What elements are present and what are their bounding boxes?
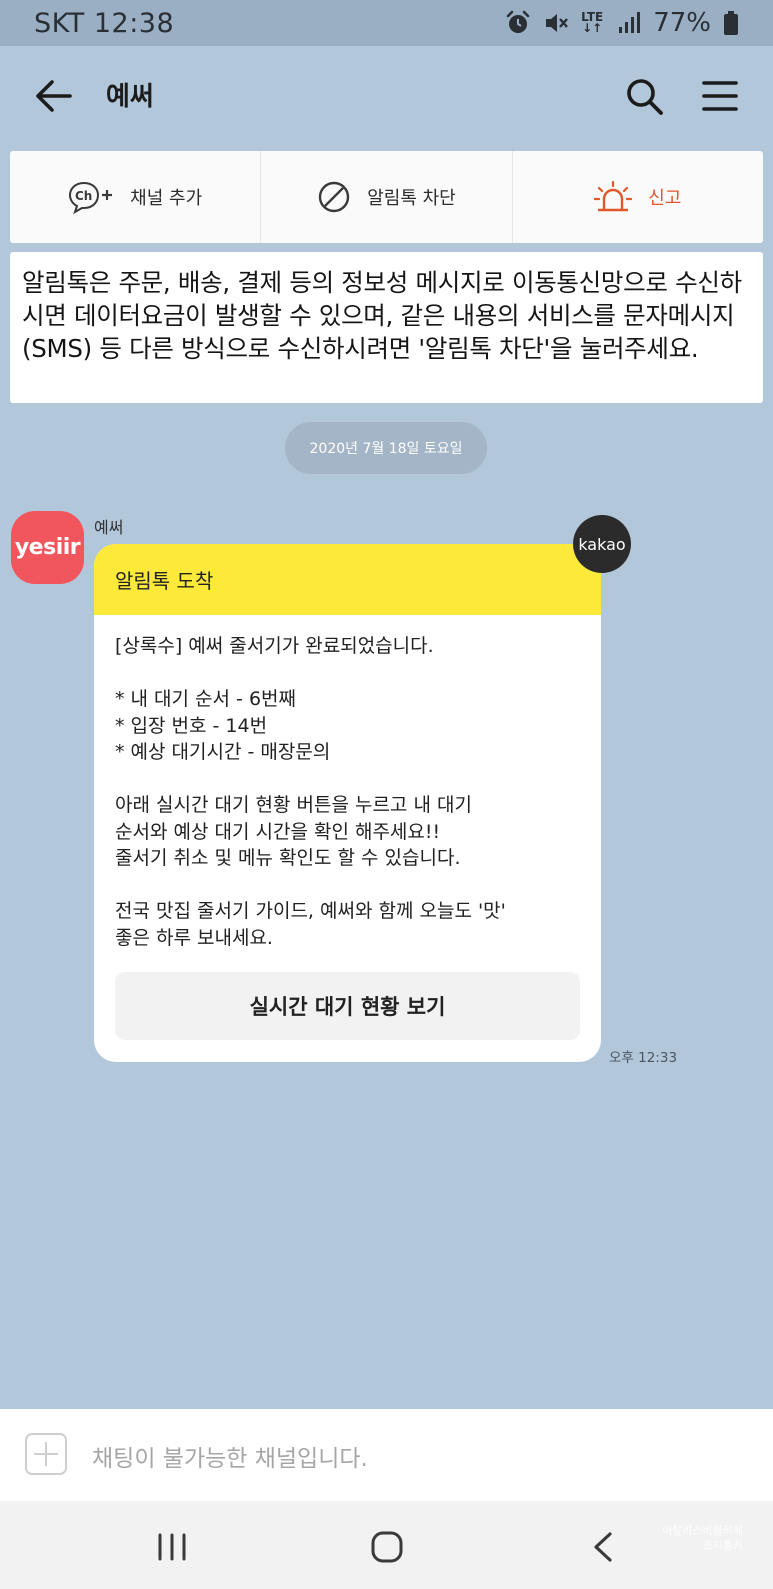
menu-icon[interactable]	[702, 79, 738, 113]
watermark: 이탈리스버블리체 조지통키	[662, 1523, 743, 1553]
report-label: 신고	[648, 188, 682, 209]
realtime-status-button[interactable]: 실시간 대기 현황 보기	[115, 972, 580, 1040]
status-bar: SKT 12:38 LTE ↓↑ 77%	[0, 0, 773, 46]
sender-avatar[interactable]: yesiir	[11, 511, 84, 584]
plus-icon	[34, 1442, 58, 1466]
chat-input-disabled: 채팅이 불가능한 채널입니다.	[92, 1446, 368, 1472]
bubble-body: [상록수] 예써 줄서기가 완료되었습니다. * 내 대기 순서 - 6번째 *…	[94, 615, 601, 951]
add-channel-label: 채널 추가	[130, 188, 203, 209]
block-label: 알림톡 차단	[367, 188, 456, 209]
battery-icon	[724, 11, 738, 35]
watermark-line: 조지통키	[702, 1539, 743, 1552]
sender-name: 예써	[94, 518, 124, 537]
message-paragraph: * 내 대기 순서 - 6번째 * 입장 번호 - 14번 * 예상 대기시간 …	[115, 686, 580, 766]
status-left: SKT 12:38	[34, 8, 505, 39]
alarm-icon	[506, 10, 530, 33]
message-paragraph: [상록수] 예써 줄서기가 완료되었습니다.	[115, 633, 580, 660]
home-icon[interactable]	[370, 1530, 404, 1564]
message-line: 줄서기 취소 및 메뉴 확인도 할 수 있습니다.	[115, 847, 461, 869]
message-line: [상록수] 예써 줄서기가 완료되었습니다.	[115, 635, 434, 657]
network-type: LTE	[581, 10, 604, 24]
status-right: LTE ↓↑ 77%	[505, 8, 739, 38]
block-icon	[319, 181, 350, 213]
battery-percent: 77%	[653, 8, 711, 38]
watermark-line: 이탈리스버블리체	[662, 1524, 743, 1537]
lte-indicator: LTE ↓↑	[581, 10, 604, 35]
channel-add-icon: Ch	[69, 181, 113, 214]
system-nav-bar: 이탈리스버블리체 조지통키	[0, 1501, 773, 1589]
message-line: 전국 맛집 줄서기 가이드, 예써와 함께 오늘도 '맛'	[115, 900, 506, 922]
back-arrow-icon[interactable]	[34, 78, 74, 114]
signal-icon	[619, 12, 641, 33]
date-label: 2020년 7월 18일 토요일	[309, 441, 463, 457]
message-paragraph: 아래 실시간 대기 현황 버튼을 누르고 내 대기 순서와 예상 대기 시간을 …	[115, 792, 580, 872]
siren-icon	[594, 180, 633, 212]
message-line: * 입장 번호 - 14번	[115, 714, 268, 737]
avatar-logo-text: yesiir	[14, 535, 81, 560]
message-line: 아래 실시간 대기 현황 버튼을 누르고 내 대기	[115, 794, 472, 816]
search-icon[interactable]	[624, 76, 664, 116]
block-alimtalk-button[interactable]: 알림톡 차단	[261, 151, 513, 243]
channel-actions: Ch 채널 추가 알림톡 차단 신고	[10, 151, 763, 243]
attach-button[interactable]	[25, 1433, 67, 1475]
clock: 12:38	[93, 7, 175, 39]
page-title: 예써	[106, 82, 154, 112]
date-divider: 2020년 7월 18일 토요일	[285, 422, 487, 474]
bubble-header: 알림톡 도착	[94, 544, 601, 615]
carrier: SKT	[34, 7, 85, 39]
message-line: 좋은 하루 보내세요.	[115, 926, 273, 949]
message-time: 오후 12:33	[609, 1050, 678, 1066]
message-bubble: 알림톡 도착 [상록수] 예써 줄서기가 완료되었습니다. * 내 대기 순서 …	[94, 544, 601, 1062]
svg-text:Ch: Ch	[75, 189, 92, 203]
message-line: 순서와 예상 대기 시간을 확인 해주세요!!	[115, 820, 441, 843]
kakao-badge-text: kakao	[578, 534, 626, 554]
message-line: * 예상 대기시간 - 매장문의	[115, 741, 331, 763]
alimtalk-notice: 알림톡은 주문, 배송, 결제 등의 정보성 메시지로 이동통신망으로 수신하시…	[10, 252, 763, 403]
input-bar: 채팅이 불가능한 채널입니다.	[0, 1409, 773, 1501]
notice-text: 알림톡은 주문, 배송, 결제 등의 정보성 메시지로 이동통신망으로 수신하시…	[22, 268, 742, 363]
recent-apps-icon[interactable]	[157, 1533, 187, 1561]
message-paragraph: 전국 맛집 줄서기 가이드, 예써와 함께 오늘도 '맛' 좋은 하루 보내세요…	[115, 898, 580, 951]
nav-back-icon[interactable]	[590, 1531, 616, 1563]
mute-icon	[546, 14, 569, 32]
chat-header: 예써	[0, 46, 773, 146]
bubble-header-text: 알림톡 도착	[115, 569, 214, 593]
kakao-badge: kakao	[573, 515, 631, 573]
message-line: * 내 대기 순서 - 6번째	[115, 688, 297, 710]
add-channel-button[interactable]: Ch 채널 추가	[10, 151, 262, 243]
report-button[interactable]: 신고	[513, 151, 763, 243]
